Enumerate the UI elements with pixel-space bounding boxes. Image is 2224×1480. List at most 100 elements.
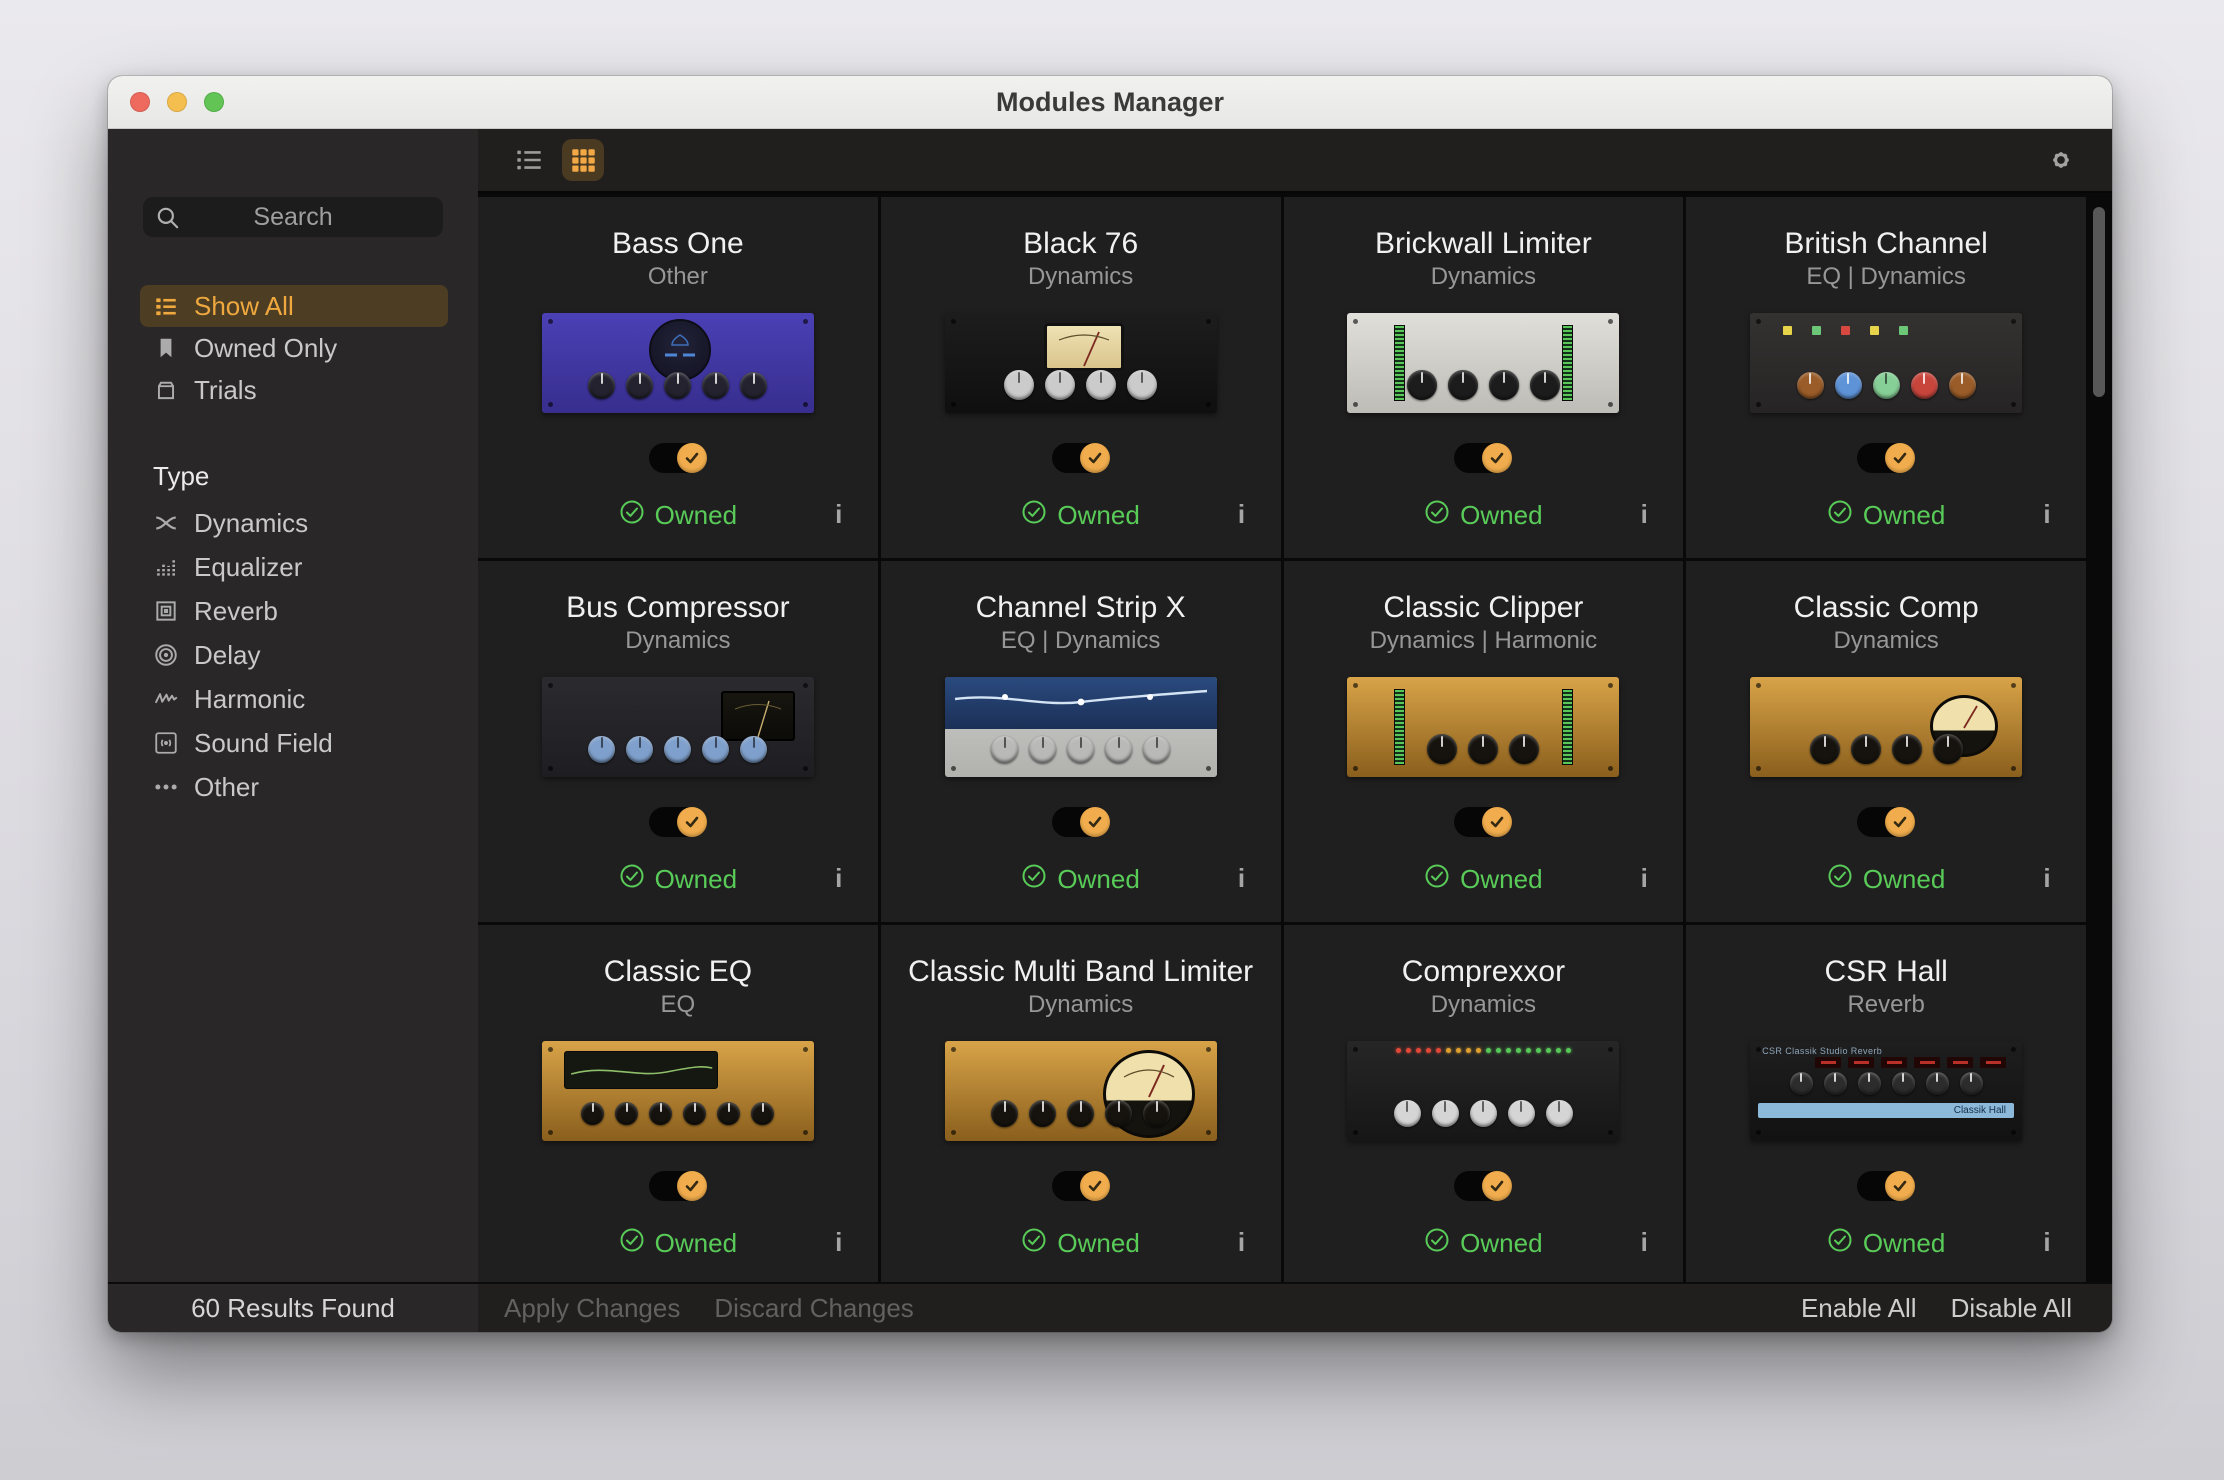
module-enable-toggle[interactable]: [649, 1171, 707, 1201]
owned-check-icon: [619, 499, 645, 532]
owned-check-icon: [1424, 863, 1450, 896]
info-button[interactable]: i: [834, 1227, 844, 1258]
module-card-black-76: Black 76DynamicsOwnedi: [881, 197, 1281, 558]
owned-status: Owned i: [1686, 1227, 2086, 1260]
scrollbar-thumb[interactable]: [2093, 207, 2105, 397]
owned-label: Owned: [1863, 1228, 1945, 1259]
sidebar-type-reverb[interactable]: Reverb: [140, 589, 448, 633]
sidebar-type-harmonic[interactable]: Harmonic: [140, 677, 448, 721]
info-button[interactable]: i: [2042, 499, 2052, 530]
reverb-icon: [153, 598, 179, 624]
module-title: British Channel: [1784, 227, 1987, 261]
owned-status: Ownedi: [1284, 863, 1684, 896]
sidebar-filter-trials[interactable]: Trials: [140, 369, 448, 411]
filter-list: Show All Owned OnlyTrials: [140, 285, 448, 411]
info-button[interactable]: i: [834, 863, 844, 894]
module-enable-toggle[interactable]: [649, 443, 707, 473]
module-category: EQ: [661, 991, 696, 1019]
minimize-button[interactable]: [167, 92, 187, 112]
info-button[interactable]: i: [1639, 1227, 1649, 1258]
module-card-bus-compressor: Bus CompressorDynamicsOwnedi: [478, 561, 878, 922]
module-enable-toggle[interactable]: [1857, 443, 1915, 473]
module-card-classic-eq: Classic EQEQOwnedi: [478, 925, 878, 1282]
type-label: Equalizer: [194, 552, 302, 583]
info-button[interactable]: i: [2042, 1227, 2052, 1258]
toggle-check-icon: [1482, 443, 1512, 473]
owned-label: Owned: [1057, 864, 1139, 895]
toggle-check-icon: [1885, 807, 1915, 837]
module-enable-toggle[interactable]: [1052, 1171, 1110, 1201]
owned-check-icon: [1021, 863, 1047, 896]
module-enable-toggle[interactable]: [649, 807, 707, 837]
owned-status: Ownedi: [1284, 1227, 1684, 1260]
module-image: [1347, 313, 1619, 413]
modules-manager-window: Modules Manager Show All Owned OnlyTrials…: [108, 76, 2112, 1332]
module-title: Channel Strip X: [976, 591, 1186, 625]
owned-status: Ownedi: [478, 1227, 878, 1260]
settings-button[interactable]: [2040, 139, 2082, 181]
filter-label: Show All: [194, 291, 294, 322]
search-input[interactable]: [143, 197, 443, 237]
sidebar-type-sound-field[interactable]: Sound Field: [140, 721, 448, 765]
list-view-button[interactable]: [508, 139, 550, 181]
module-title: Classic Clipper: [1383, 591, 1583, 625]
delay-icon: [153, 642, 179, 668]
owned-check-icon: [619, 863, 645, 896]
owned-label: Owned: [655, 864, 737, 895]
module-enable-toggle[interactable]: [1052, 807, 1110, 837]
sidebar-type-delay[interactable]: Delay: [140, 633, 448, 677]
toggle-check-icon: [1080, 807, 1110, 837]
enable-all-button[interactable]: Enable All: [1801, 1293, 1917, 1324]
package-icon: [153, 377, 179, 403]
module-enable-toggle[interactable]: [1454, 807, 1512, 837]
module-card-british-channel: British ChannelEQ | DynamicsOwnedi: [1686, 197, 2086, 558]
equalizer-icon: [153, 554, 179, 580]
owned-status: Owned i: [478, 863, 878, 896]
sidebar-type-other[interactable]: Other: [140, 765, 448, 809]
info-button[interactable]: i: [1237, 1227, 1247, 1258]
window-title: Modules Manager: [996, 87, 1224, 118]
owned-status: Owned i: [881, 1227, 1281, 1260]
type-list: Dynamics Equalizer Reverb Delay Harmonic Soun…: [140, 501, 448, 809]
scrollbar-track[interactable]: [2086, 197, 2112, 1282]
sidebar-filter-show-all[interactable]: Show All: [140, 285, 448, 327]
info-button[interactable]: i: [1639, 499, 1649, 530]
apply-changes-button[interactable]: Apply Changes: [504, 1293, 680, 1324]
owned-check-icon: [1827, 499, 1853, 532]
titlebar: Modules Manager: [108, 76, 2112, 129]
module-enable-toggle[interactable]: [1454, 443, 1512, 473]
sidebar-type-dynamics[interactable]: Dynamics: [140, 501, 448, 545]
toggle-check-icon: [1482, 807, 1512, 837]
owned-label: Owned: [1057, 1228, 1139, 1259]
module-enable-toggle[interactable]: [1052, 443, 1110, 473]
module-image: [1347, 677, 1619, 777]
discard-changes-button[interactable]: Discard Changes: [714, 1293, 913, 1324]
info-button[interactable]: i: [834, 499, 844, 530]
module-category: EQ | Dynamics: [1001, 627, 1161, 655]
harmonic-icon: [153, 686, 179, 712]
info-button[interactable]: i: [1639, 863, 1649, 894]
module-image: [1347, 1041, 1619, 1141]
module-image: [1750, 677, 2022, 777]
type-label: Delay: [194, 640, 260, 671]
sidebar-type-equalizer[interactable]: Equalizer: [140, 545, 448, 589]
grid-view-button[interactable]: [562, 139, 604, 181]
module-enable-toggle[interactable]: [1857, 1171, 1915, 1201]
close-button[interactable]: [130, 92, 150, 112]
module-category: Dynamics: [1028, 991, 1133, 1019]
owned-check-icon: [1827, 863, 1853, 896]
type-label: Reverb: [194, 596, 278, 627]
zoom-button[interactable]: [204, 92, 224, 112]
type-label: Harmonic: [194, 684, 305, 715]
module-enable-toggle[interactable]: [1857, 807, 1915, 837]
info-button[interactable]: i: [1237, 863, 1247, 894]
module-title: Black 76: [1023, 227, 1138, 261]
disable-all-button[interactable]: Disable All: [1951, 1293, 2072, 1324]
module-enable-toggle[interactable]: [1454, 1171, 1512, 1201]
info-button[interactable]: i: [2042, 863, 2052, 894]
sidebar-filter-owned-only[interactable]: Owned Only: [140, 327, 448, 369]
info-button[interactable]: i: [1237, 499, 1247, 530]
module-card-channel-strip-x: Channel Strip XEQ | Dynamics Owned i: [881, 561, 1281, 922]
type-label: Sound Field: [194, 728, 333, 759]
module-card-comprexxor: ComprexxorDynamicsOwnedi: [1284, 925, 1684, 1282]
